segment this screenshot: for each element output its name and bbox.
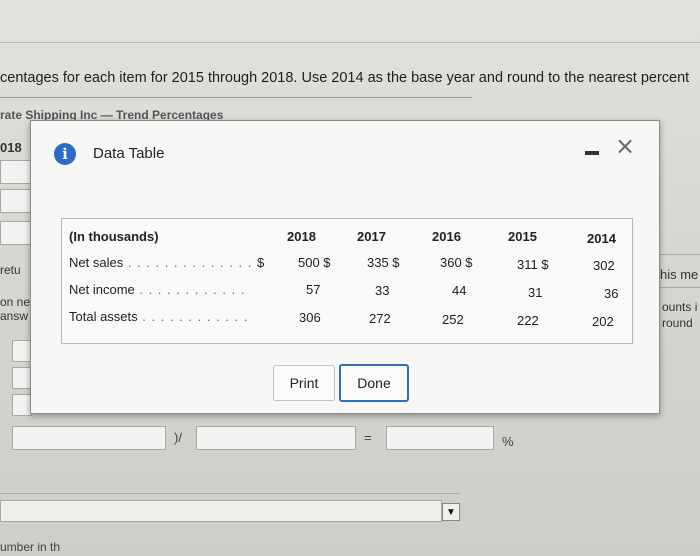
column-header: (In thousands) xyxy=(69,229,159,244)
divider xyxy=(658,287,700,288)
partial-year-fragment: 018 xyxy=(0,140,22,155)
formula-denominator-input[interactable] xyxy=(196,426,356,450)
divider xyxy=(0,493,460,494)
partial-right-text: his me xyxy=(660,267,699,282)
table-cell: 31 xyxy=(528,285,543,300)
formula-input[interactable] xyxy=(12,340,32,362)
table-cell: 360 $ xyxy=(440,255,473,270)
currency-sign: $ xyxy=(257,255,265,270)
table-cell: 57 xyxy=(306,282,321,297)
leader-dots: . . . . . . . . . . . . . . xyxy=(123,255,253,270)
divider xyxy=(0,97,472,98)
divider xyxy=(658,254,700,255)
table-cell: 33 xyxy=(375,283,390,298)
column-header: 2017 xyxy=(357,229,386,244)
row-label: Net income . . . . . . . . . . . . xyxy=(69,282,246,297)
print-button[interactable]: Print xyxy=(273,365,335,401)
answer-input[interactable] xyxy=(0,221,32,245)
formula-numerator-input[interactable] xyxy=(12,426,166,450)
table-cell: 272 xyxy=(369,311,391,326)
done-button[interactable]: Done xyxy=(339,364,409,402)
leader-dots: . . . . . . . . . . . . xyxy=(134,282,246,297)
row-label: Net sales . . . . . . . . . . . . . . xyxy=(69,255,253,270)
percent-sign: % xyxy=(502,434,514,449)
row-label: Total assets . . . . . . . . . . . . xyxy=(69,309,249,324)
answer-dropdown[interactable] xyxy=(0,500,442,522)
info-icon: i xyxy=(54,143,76,165)
formula-input[interactable] xyxy=(12,367,32,389)
partial-right-text: round xyxy=(662,316,693,330)
table-cell: 311 $ xyxy=(517,257,549,272)
answer-input[interactable] xyxy=(0,160,32,184)
table-cell: 302 xyxy=(593,258,615,273)
partial-left-text: retu xyxy=(0,263,21,277)
partial-left-text: answ xyxy=(0,309,29,323)
table-cell: 335 $ xyxy=(367,255,400,270)
partial-bottom-text: umber in th xyxy=(0,540,61,554)
data-table-dialog: i Data Table × (In thousands) 2018 2017 … xyxy=(30,120,660,414)
table-cell: 44 xyxy=(452,283,467,298)
table-cell: 500 $ xyxy=(298,255,331,270)
table-cell: 222 xyxy=(517,313,539,328)
dropdown-arrow-icon[interactable]: ▼ xyxy=(442,503,460,521)
column-header: 2016 xyxy=(432,229,461,244)
close-icon[interactable]: × xyxy=(613,134,637,159)
minimize-button[interactable] xyxy=(585,151,599,155)
formula-divide-sign: )/ xyxy=(174,430,182,445)
table-cell: 306 xyxy=(299,310,321,325)
formula-input[interactable] xyxy=(12,394,32,416)
table-cell: 36 xyxy=(604,286,619,301)
dialog-title: Data Table xyxy=(93,145,165,162)
column-header: 2015 xyxy=(508,229,537,244)
data-table: (In thousands) 2018 2017 2016 2015 2014 … xyxy=(61,218,633,344)
partial-right-text: ounts i xyxy=(662,300,698,314)
column-header: 2018 xyxy=(287,229,316,244)
formula-result-input[interactable] xyxy=(386,426,494,450)
partial-left-text: on ne xyxy=(0,295,31,309)
table-cell: 202 xyxy=(592,314,614,329)
instruction-text: centages for each item for 2015 through … xyxy=(0,70,690,86)
leader-dots: . . . . . . . . . . . . xyxy=(137,309,249,324)
column-header: 2014 xyxy=(587,231,616,246)
dialog-header: i Data Table × xyxy=(31,121,659,181)
answer-input[interactable] xyxy=(0,189,32,213)
table-cell: 252 xyxy=(442,312,464,327)
formula-equals-sign: = xyxy=(364,430,372,445)
divider xyxy=(0,42,700,43)
